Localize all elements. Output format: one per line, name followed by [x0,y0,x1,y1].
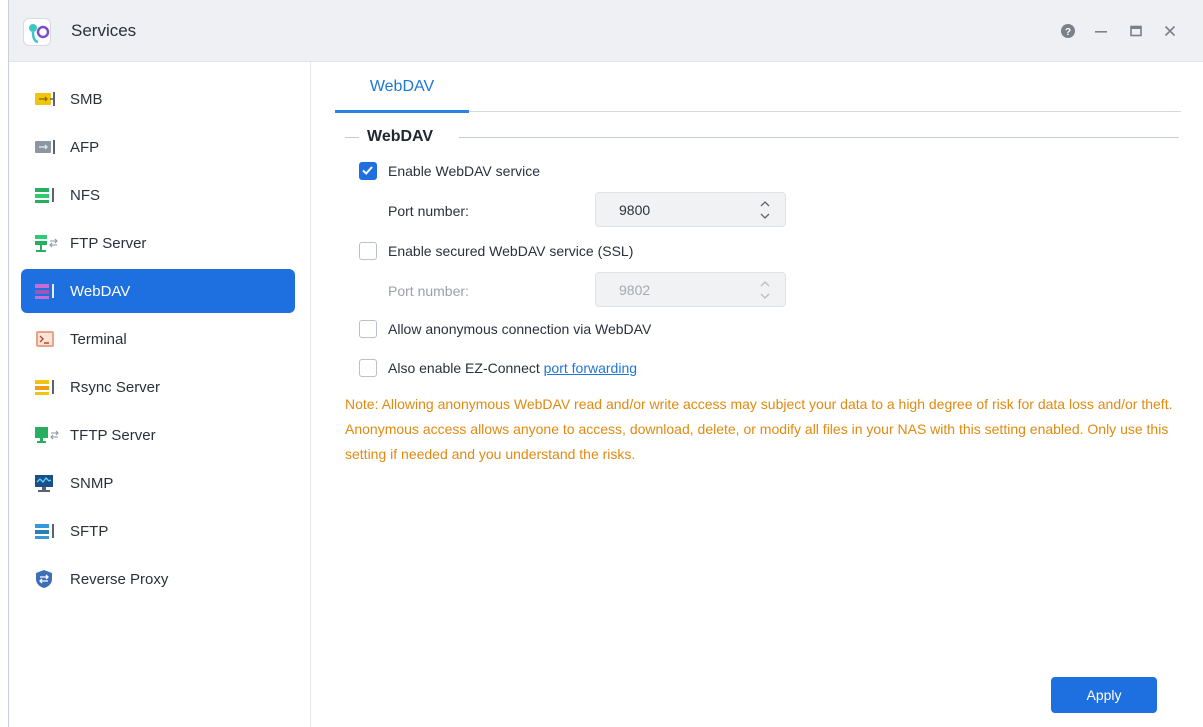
tftp-server-icon [34,424,60,446]
enable-webdav-label: Enable WebDAV service [388,163,540,179]
sidebar-item-nfs[interactable]: NFS [21,173,295,217]
sidebar-item-label: Terminal [70,330,127,348]
section-title: WebDAV [367,128,434,145]
ez-connect-checkbox[interactable] [359,359,377,377]
ssl-port-stepper-icon[interactable] [759,277,771,303]
sidebar-item-label: TFTP Server [70,426,156,444]
section-divider [345,137,359,138]
services-app-icon [23,18,51,46]
terminal-icon [34,328,60,350]
sidebar-item-webdav[interactable]: WebDAV [21,269,295,313]
checkmark-icon [362,166,373,175]
rsync-server-icon [34,376,60,398]
snmp-icon [34,472,60,494]
port-forwarding-link[interactable]: port forwarding [544,360,637,376]
port-stepper-icon[interactable] [759,197,771,223]
minimize-icon[interactable] [1092,22,1110,40]
enable-ssl-checkbox[interactable] [359,242,377,260]
ssl-port-number-input[interactable]: 9802 [595,272,786,307]
sidebar-item-ftp-server[interactable]: FTP Server [21,221,295,265]
sidebar-item-label: WebDAV [70,282,131,300]
sidebar-item-snmp[interactable]: SNMP [21,461,295,505]
window-title: Services [71,21,137,40]
section-divider [459,137,1179,138]
sidebar-item-label: AFP [70,138,100,156]
sidebar-item-label: FTP Server [70,234,147,252]
maximize-icon[interactable] [1127,22,1145,40]
enable-ssl-label: Enable secured WebDAV service (SSL) [388,243,634,259]
sidebar-item-label: SFTP [70,522,109,540]
ssl-port-number-label: Port number: [388,283,469,299]
tab-bar: WebDAV [335,62,1181,113]
close-icon[interactable] [1161,22,1179,40]
services-window: Services ? SMB AFP NFS FTP Server WebDAV… [8,0,1203,727]
ftp-server-icon [34,232,60,254]
smb-icon [34,88,60,110]
enable-webdav-checkbox[interactable] [359,162,377,180]
ez-connect-text: Also enable EZ-Connect [388,360,544,376]
sidebar-item-smb[interactable]: SMB [21,77,295,121]
apply-button[interactable]: Apply [1051,677,1157,713]
sidebar-item-afp[interactable]: AFP [21,125,295,169]
ssl-port-number-value: 9802 [619,282,651,298]
sidebar: SMB AFP NFS FTP Server WebDAV Terminal R… [9,62,311,727]
sidebar-item-label: NFS [70,186,100,204]
sidebar-item-tftp-server[interactable]: TFTP Server [21,413,295,457]
sidebar-item-sftp[interactable]: SFTP [21,509,295,553]
allow-anonymous-label: Allow anonymous connection via WebDAV [388,321,652,337]
main-panel: WebDAV WebDAV Enable WebDAV service Port… [311,62,1203,727]
nfs-icon [34,184,60,206]
sidebar-item-label: Reverse Proxy [70,570,169,588]
help-icon[interactable]: ? [1059,22,1077,40]
webdav-icon [34,280,60,302]
sidebar-item-terminal[interactable]: Terminal [21,317,295,361]
sidebar-item-reverse-proxy[interactable]: Reverse Proxy [21,557,295,601]
reverse-proxy-icon [34,568,60,590]
sidebar-item-label: SMB [70,90,103,108]
title-bar: Services ? [9,0,1203,62]
anonymous-access-warning: Note: Allowing anonymous WebDAV read and… [345,396,1173,462]
port-number-value: 9800 [619,202,651,218]
sidebar-item-rsync-server[interactable]: Rsync Server [21,365,295,409]
ez-connect-label: Also enable EZ-Connect port forwarding [388,360,637,376]
port-number-label: Port number: [388,203,469,219]
sidebar-item-label: Rsync Server [70,378,161,396]
sftp-icon [34,520,60,542]
allow-anonymous-checkbox[interactable] [359,320,377,338]
svg-text:?: ? [1065,27,1071,38]
tab-webdav[interactable]: WebDAV [335,62,469,113]
afp-icon [34,136,60,158]
sidebar-item-label: SNMP [70,474,114,492]
port-number-input[interactable]: 9800 [595,192,786,227]
